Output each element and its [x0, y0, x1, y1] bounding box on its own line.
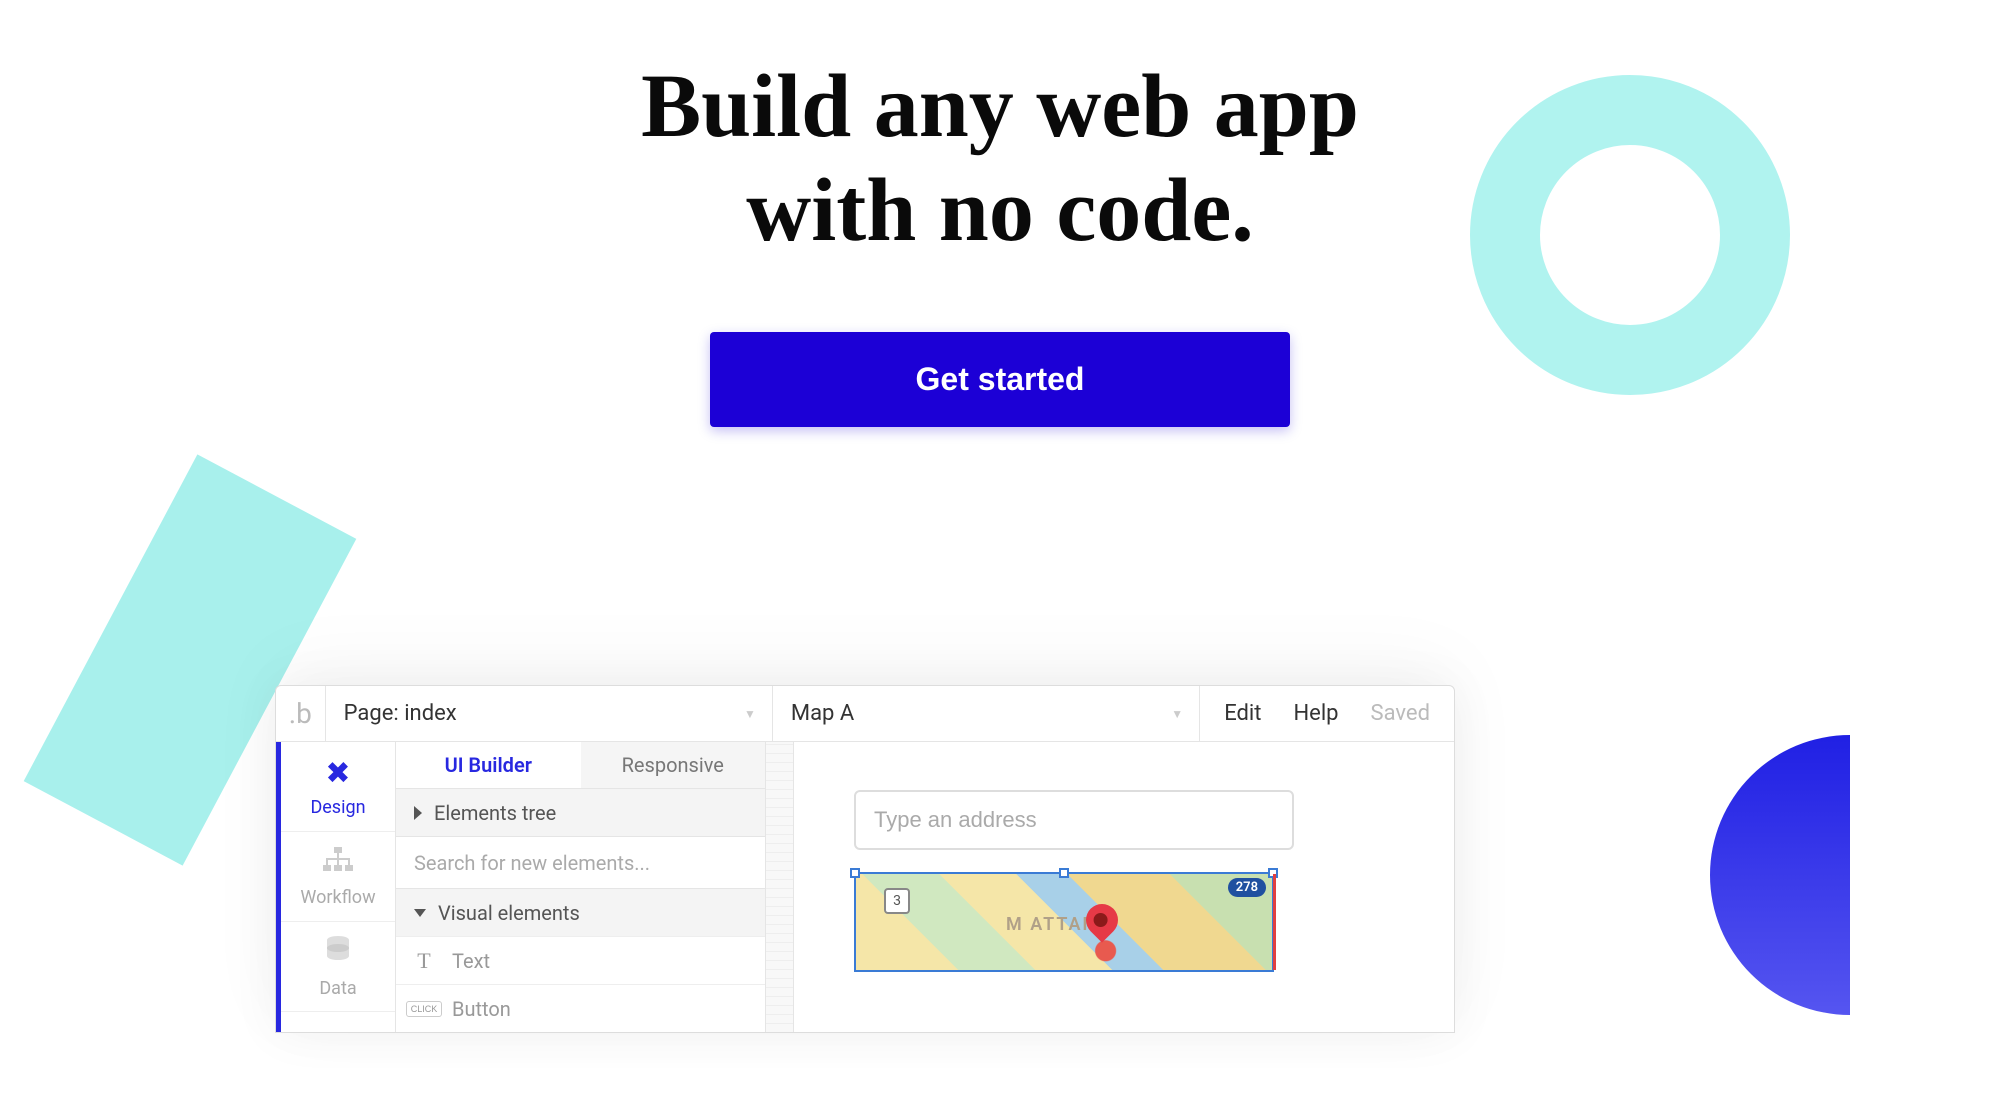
get-started-button[interactable]: Get started	[710, 332, 1290, 427]
decorative-ring	[1470, 75, 1790, 395]
hero-title-line2: with no code.	[746, 161, 1254, 260]
text-icon: T	[410, 948, 438, 974]
page-selector-label: Page: index	[344, 701, 457, 726]
sidenav-data-label: Data	[319, 978, 356, 999]
vertical-ruler	[766, 742, 794, 1032]
elements-search[interactable]: Search for new elements...	[396, 836, 765, 888]
map-element[interactable]: M ATTAN 278	[854, 872, 1274, 972]
editor-body: ✖ Design Workflow Data UI Builder Respon…	[276, 742, 1454, 1032]
edit-menu[interactable]: Edit	[1224, 701, 1261, 726]
map-route-badge: 278	[1228, 878, 1266, 897]
tab-responsive[interactable]: Responsive	[581, 742, 766, 788]
button-icon: CLICK	[410, 1001, 438, 1017]
elements-tree-row[interactable]: Elements tree	[396, 788, 765, 836]
selection-handle[interactable]	[850, 868, 860, 878]
element-button[interactable]: CLICK Button	[396, 984, 765, 1032]
workflow-icon	[321, 845, 355, 881]
element-selector[interactable]: Map A ▼	[773, 686, 1200, 741]
left-panel: UI Builder Responsive Elements tree Sear…	[396, 742, 766, 1032]
sidenav-workflow-label: Workflow	[300, 887, 375, 908]
editor-topbar: .b Page: index ▼ Map A ▼ Edit Help Saved	[276, 686, 1454, 742]
decorative-semicircle	[1710, 735, 1990, 1015]
caret-right-icon	[414, 806, 422, 820]
selection-handle[interactable]	[1059, 868, 1069, 878]
editor-window: .b Page: index ▼ Map A ▼ Edit Help Saved…	[275, 685, 1455, 1033]
canvas[interactable]: M ATTAN 278	[794, 742, 1454, 1032]
chevron-down-icon: ▼	[1171, 707, 1183, 721]
sidenav-design-label: Design	[310, 797, 365, 818]
elements-search-placeholder: Search for new elements...	[414, 851, 650, 875]
tab-ui-builder[interactable]: UI Builder	[396, 742, 581, 788]
visual-elements-label: Visual elements	[438, 901, 580, 925]
sidenav-design[interactable]: ✖ Design	[281, 742, 395, 832]
save-status: Saved	[1371, 701, 1430, 726]
panel-tabs: UI Builder Responsive	[396, 742, 765, 788]
side-nav: ✖ Design Workflow Data	[276, 742, 396, 1032]
design-icon: ✖	[325, 756, 350, 791]
element-text[interactable]: T Text	[396, 936, 765, 984]
chevron-down-icon: ▼	[744, 707, 756, 721]
database-icon	[323, 934, 353, 972]
caret-down-icon	[414, 909, 426, 917]
map-pin-icon	[1079, 897, 1124, 942]
page-selector[interactable]: Page: index ▼	[326, 686, 773, 741]
hero-title-line1: Build any web app	[641, 57, 1359, 156]
element-selector-label: Map A	[791, 701, 854, 726]
topbar-right: Edit Help Saved	[1200, 686, 1454, 741]
alignment-guide	[1273, 874, 1276, 970]
sidenav-workflow[interactable]: Workflow	[281, 832, 395, 922]
element-button-label: Button	[452, 997, 511, 1021]
elements-tree-label: Elements tree	[434, 801, 556, 825]
bubble-logo-icon[interactable]: .b	[276, 686, 326, 741]
visual-elements-row[interactable]: Visual elements	[396, 888, 765, 936]
help-menu[interactable]: Help	[1293, 701, 1338, 726]
sidenav-data[interactable]: Data	[281, 922, 395, 1012]
element-text-label: Text	[452, 949, 490, 973]
map-city-label: M ATTAN	[1006, 914, 1097, 935]
address-input[interactable]	[854, 790, 1294, 850]
